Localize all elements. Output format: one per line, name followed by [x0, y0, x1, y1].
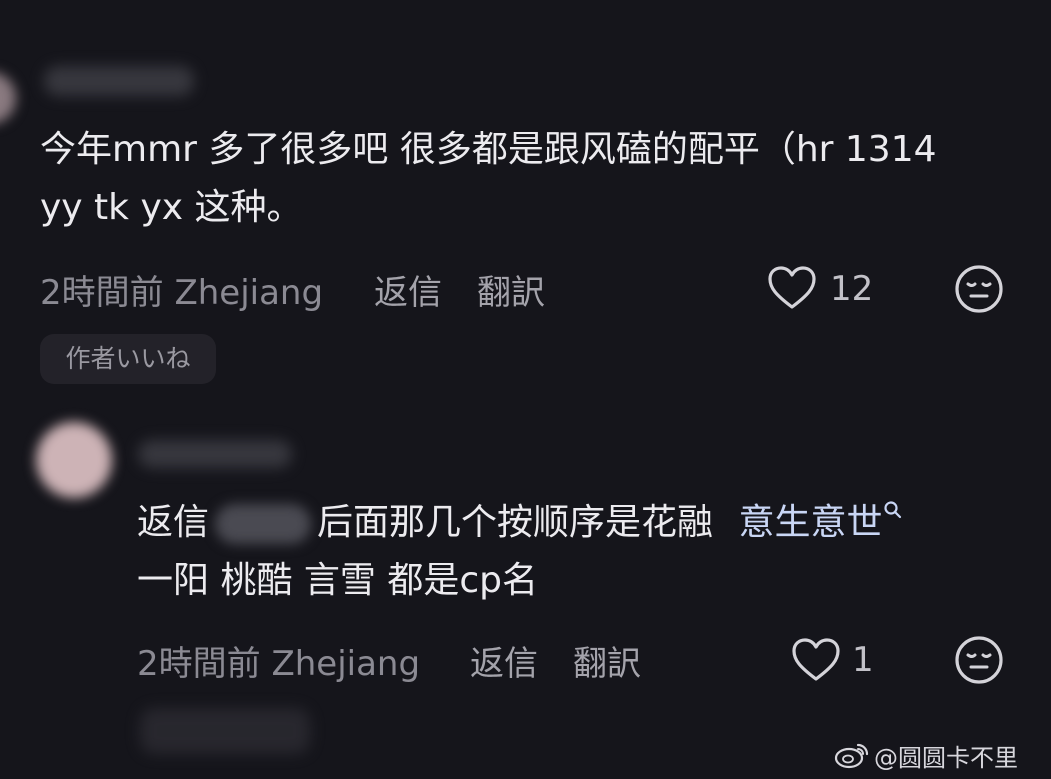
mention-blurred[interactable]	[215, 504, 312, 544]
dislike-button[interactable]	[953, 634, 1005, 686]
comment-text: 返信 后面那几个按顺序是花融 意生意世 一阳 桃酷 言雪 都是cp名	[137, 494, 903, 610]
author-like-badge: 作者いいね	[40, 334, 216, 384]
like-count: 1	[852, 640, 874, 680]
like-button[interactable]	[766, 264, 818, 312]
badge-blurred	[140, 708, 310, 754]
avatar[interactable]	[0, 72, 16, 124]
search-link-label: 意生意世	[738, 502, 883, 543]
weibo-icon	[834, 743, 869, 769]
heart-icon	[792, 638, 840, 681]
avatar[interactable]	[36, 422, 112, 498]
comment-text: 今年mmr 多了很多吧 很多都是跟风磕的配平（hr 1314 yy tk yx …	[40, 121, 937, 237]
translate-button[interactable]: 翻訳	[573, 636, 641, 685]
neutral-face-icon	[955, 265, 1003, 313]
reply-button[interactable]: 返信	[374, 265, 442, 314]
comment-timestamp: 2時間前 Zhejiang	[40, 273, 324, 313]
comment-timestamp: 2時間前 Zhejiang	[137, 644, 421, 684]
comment-text-line: 一阳 桃酷 言雪 都是cp名	[137, 560, 538, 601]
like-button[interactable]	[790, 636, 842, 684]
translate-button[interactable]: 翻訳	[477, 265, 545, 314]
username-blurred[interactable]	[44, 66, 194, 96]
reply-button[interactable]: 返信	[470, 636, 538, 685]
weibo-watermark: @圆圆卡不里	[834, 738, 1018, 772]
dislike-button[interactable]	[953, 263, 1005, 315]
comment-text-line: yy tk yx 这种。	[40, 187, 303, 228]
search-icon	[883, 501, 901, 519]
comment-text-line: 返信 后面那几个按顺序是花融 意生意世	[137, 494, 903, 552]
username-blurred[interactable]	[138, 440, 292, 468]
reply-prefix: 返信	[137, 502, 210, 543]
neutral-face-icon	[955, 636, 1003, 684]
search-link[interactable]: 意生意世	[738, 501, 902, 543]
heart-icon	[768, 266, 816, 309]
like-count: 12	[830, 269, 874, 309]
comment-text-segment: 后面那几个按顺序是花融	[317, 502, 714, 543]
watermark-text: @圆圆卡不里	[874, 743, 1018, 772]
comment-text-line: 今年mmr 多了很多吧 很多都是跟风磕的配平（hr 1314	[40, 129, 937, 170]
